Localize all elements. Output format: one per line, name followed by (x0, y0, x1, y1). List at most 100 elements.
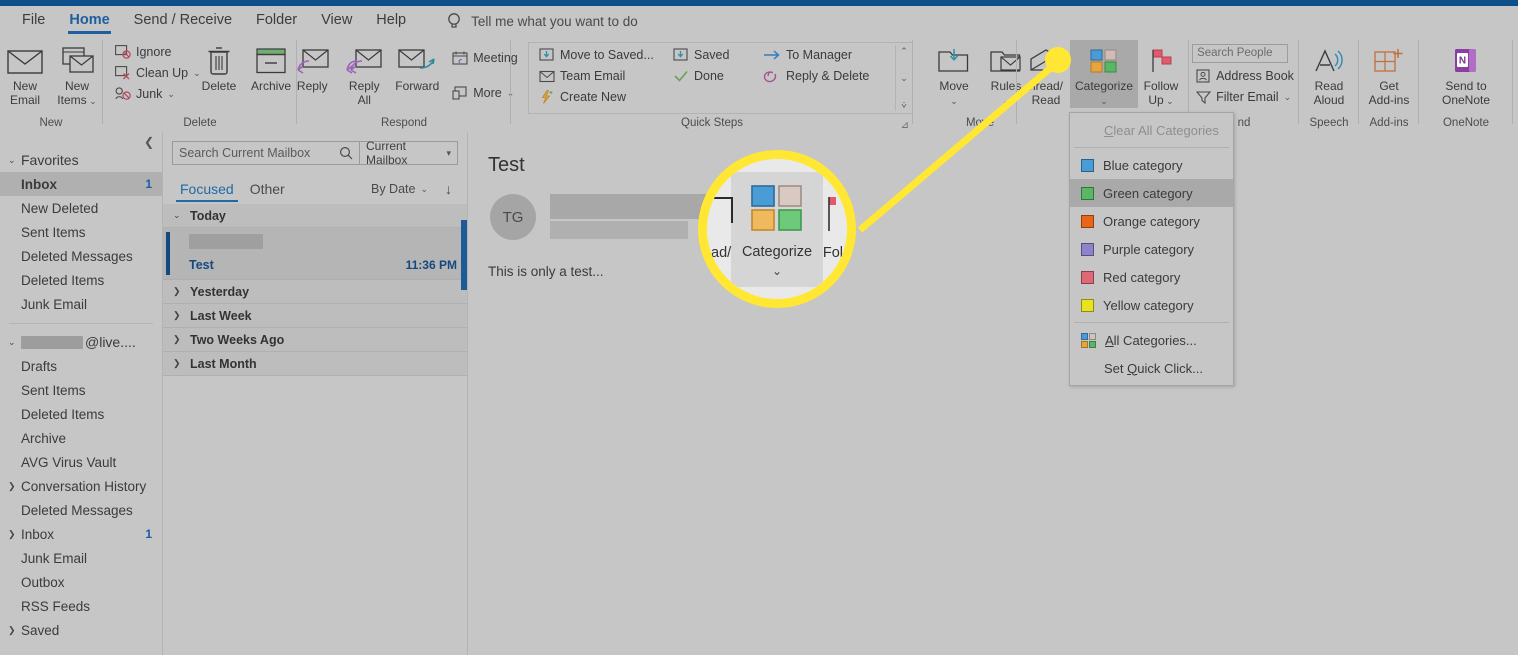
sidebar-item-favorites-new-deleted[interactable]: New Deleted (0, 196, 162, 220)
search-icon[interactable] (339, 146, 353, 160)
read-aloud-label: Read Aloud (1313, 79, 1345, 107)
follow-up-button[interactable]: Follow Up ⌄ (1138, 40, 1184, 108)
sidebar-item-favorites-deleted-items[interactable]: Deleted Items (0, 268, 162, 292)
filter-email-button[interactable]: Filter Email ⌄ (1192, 87, 1298, 107)
sidebar-item-favorites-inbox[interactable]: Inbox 1 (0, 172, 162, 196)
menu-item-set-quick-click[interactable]: Set Quick Click... (1070, 354, 1233, 382)
chevron-down-icon: ⌄ (8, 336, 16, 347)
quick-step-to-manager[interactable]: To Manager (759, 45, 891, 65)
new-items-button[interactable]: New Items ⌄ (51, 40, 103, 108)
unread-read-button[interactable]: nread/ Read (1022, 40, 1070, 107)
nav-item-label: Deleted Messages (21, 248, 133, 264)
group-label-onenote: OneNote (1442, 117, 1490, 129)
address-book-button[interactable]: Address Book (1192, 66, 1298, 86)
quick-step-create-new[interactable]: Create New (535, 87, 661, 107)
tab-view[interactable]: View (309, 9, 364, 33)
list-item[interactable]: Test 11:36 PM (163, 228, 467, 280)
list-group-label: Yesterday (190, 284, 250, 299)
sidebar-item-deleted-items[interactable]: Deleted Items (0, 402, 162, 426)
search-input[interactable]: Search Current Mailbox (172, 141, 360, 165)
sort-control[interactable]: By Date ⌄ ↓ (371, 181, 458, 197)
clean-up-button[interactable]: Clean Up ⌄ (111, 63, 201, 83)
reply-all-button[interactable]: Reply All (338, 40, 390, 107)
forward-button[interactable]: Forward (390, 40, 444, 94)
sidebar-item-favorites-junk-email[interactable]: Junk Email (0, 292, 162, 316)
list-group-last-month[interactable]: ❯ Last Month (163, 352, 467, 376)
sidebar-item-sent-items[interactable]: Sent Items (0, 378, 162, 402)
sidebar-item-outbox[interactable]: Outbox (0, 570, 162, 594)
menu-item-purple-category[interactable]: Purple category (1070, 235, 1233, 263)
reply-button[interactable]: Reply (286, 40, 338, 94)
junk-label: Junk (136, 87, 163, 101)
sidebar-item-saved[interactable]: ❯ Saved (0, 618, 162, 642)
tab-focused[interactable]: Focused (172, 176, 242, 202)
get-addins-button[interactable]: Get Add-ins (1363, 40, 1415, 107)
quick-step-saved[interactable]: Saved (669, 45, 751, 65)
menu-item-all-categories[interactable]: All Categories... (1070, 326, 1233, 354)
sort-direction-icon[interactable]: ↓ (445, 181, 452, 197)
sidebar-item-deleted-messages[interactable]: Deleted Messages (0, 498, 162, 522)
ribbon-group-onenote: N Send to OneNote OneNote (1420, 36, 1512, 132)
chevron-right-icon[interactable]: ❯ (8, 529, 21, 540)
selected-accent-bar (166, 232, 170, 275)
quick-step-move-to-saved[interactable]: Move to Saved... (535, 45, 661, 65)
tab-home[interactable]: Home (57, 9, 121, 34)
categorize-button[interactable]: Categorize ⌄ (1069, 40, 1139, 108)
collapse-pane-icon[interactable]: ❮ (144, 135, 154, 149)
menu-item-green-category[interactable]: Green category (1070, 179, 1233, 207)
sidebar-item-inbox[interactable]: ❯ Inbox 1 (0, 522, 162, 546)
reading-pane: Test TG This is only a test... (467, 132, 1518, 655)
quick-steps-gallery[interactable]: Move to Saved... Team Email Create New S… (528, 42, 913, 114)
search-scope-dropdown[interactable]: Current Mailbox ▾ (360, 139, 458, 167)
sidebar-item-archive[interactable]: Archive (0, 426, 162, 450)
send-to-onenote-button[interactable]: N Send to OneNote (1437, 40, 1495, 107)
tab-other[interactable]: Other (242, 176, 293, 202)
quick-step-team-email[interactable]: Team Email (535, 66, 661, 86)
list-group-two-weeks-ago[interactable]: ❯ Two Weeks Ago (163, 328, 467, 352)
sidebar-item-drafts[interactable]: Drafts (0, 354, 162, 378)
sidebar-item-rss-feeds[interactable]: RSS Feeds (0, 594, 162, 618)
list-group-today[interactable]: ⌄ Today (163, 204, 467, 228)
tab-folder[interactable]: Folder (244, 9, 309, 33)
menu-item-blue-category[interactable]: Blue category (1070, 151, 1233, 179)
quick-steps-dialog-launcher[interactable]: ⊿ (901, 120, 909, 131)
delete-button[interactable]: Delete (193, 40, 245, 94)
read-aloud-button[interactable]: Read Aloud (1303, 40, 1355, 107)
menu-item-red-category[interactable]: Red category (1070, 263, 1233, 291)
tell-me-search[interactable]: Tell me what you want to do (446, 12, 638, 30)
menu-item-label: Purple category (1103, 241, 1195, 257)
ignore-button[interactable]: Ignore (111, 42, 193, 62)
ribbon-separator (1016, 40, 1017, 124)
sidebar-item-favorites-sent-items[interactable]: Sent Items (0, 220, 162, 244)
expand-gallery-icon[interactable]: ⩒ (901, 100, 906, 110)
list-group-last-week[interactable]: ❯ Last Week (163, 304, 467, 328)
scroll-up-icon[interactable]: ⌃ (900, 46, 908, 56)
sidebar-item-junk-email[interactable]: Junk Email (0, 546, 162, 570)
quick-steps-scrollbar[interactable]: ⌃ ⌄ ⩒ (895, 45, 912, 111)
zoomed-categorize-icon (751, 184, 802, 231)
menu-item-yellow-category[interactable]: Yellow category (1070, 291, 1233, 319)
chevron-right-icon[interactable]: ❯ (8, 481, 21, 492)
scroll-down-icon[interactable]: ⌄ (900, 73, 908, 83)
tab-file[interactable]: File (10, 9, 57, 33)
nav-account-header[interactable]: ⌄ @live.... (0, 330, 162, 354)
nav-divider (9, 323, 153, 324)
menu-item-orange-category[interactable]: Orange category (1070, 207, 1233, 235)
tab-send-receive[interactable]: Send / Receive (122, 9, 244, 33)
nav-favorites-header[interactable]: ⌄ Favorites (0, 148, 162, 172)
nav-account-label: @live.... (85, 334, 136, 350)
sidebar-item-conversation-history[interactable]: ❯ Conversation History (0, 474, 162, 498)
junk-button[interactable]: Junk ⌄ (111, 84, 193, 104)
sidebar-item-favorites-deleted-messages[interactable]: Deleted Messages (0, 244, 162, 268)
search-people-input[interactable]: Search People (1192, 44, 1289, 63)
move-button[interactable]: Move ⌄ (928, 40, 980, 108)
chevron-right-icon[interactable]: ❯ (8, 625, 21, 636)
quick-step-reply-delete[interactable]: Reply & Delete (759, 66, 891, 86)
sidebar-item-avg-virus-vault[interactable]: AVG Virus Vault (0, 450, 162, 474)
zoomed-follow-up-fragment: Fol (822, 245, 843, 261)
tab-help[interactable]: Help (364, 9, 418, 33)
list-group-yesterday[interactable]: ❯ Yesterday (163, 280, 467, 304)
lightbulb-icon (446, 12, 462, 30)
new-email-button[interactable]: New Email (0, 40, 51, 107)
quick-step-done[interactable]: Done (669, 66, 751, 86)
